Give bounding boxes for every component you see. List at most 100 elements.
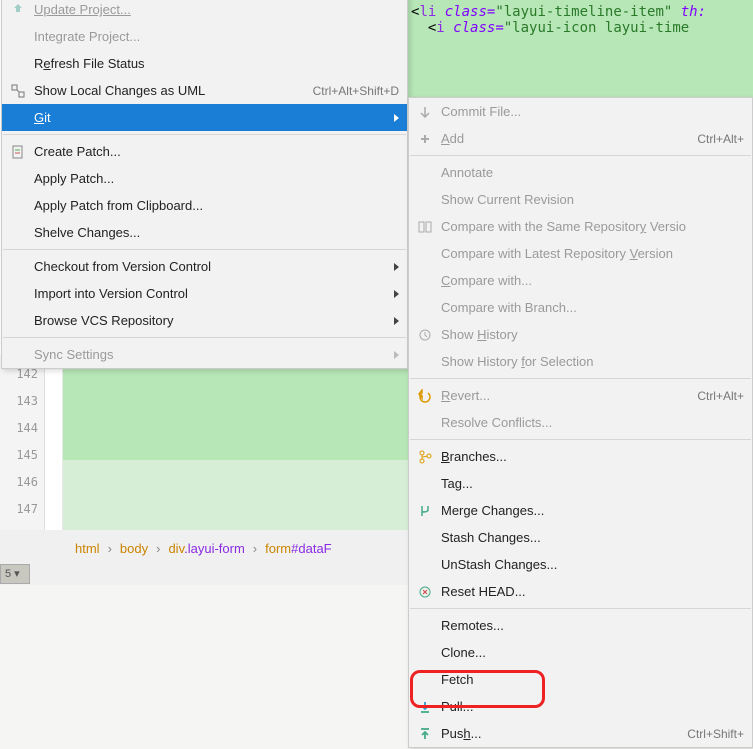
vcs-context-menu: Update Project... Integrate Project... R… xyxy=(1,0,408,369)
breadcrumb-item[interactable]: html xyxy=(75,541,100,556)
tool-tab[interactable]: 5 ▾ xyxy=(0,564,30,584)
compare-icon xyxy=(415,219,435,235)
menu-item-browse-vcs[interactable]: Browse VCS Repository xyxy=(2,307,407,334)
git-submenu: Commit File... Add Ctrl+Alt+ Annotate Sh… xyxy=(408,97,753,748)
menu-item-show-history[interactable]: Show History xyxy=(409,321,752,348)
blank-icon xyxy=(415,246,435,262)
menu-item-shelve-changes[interactable]: Shelve Changes... xyxy=(2,219,407,246)
uml-icon xyxy=(8,83,28,99)
submenu-arrow-icon xyxy=(394,114,399,122)
menu-separator xyxy=(410,608,751,609)
menu-item-show-current-revision[interactable]: Show Current Revision xyxy=(409,186,752,213)
menu-label: Show History for Selection xyxy=(441,354,744,369)
menu-item-git[interactable]: Git xyxy=(2,104,407,131)
menu-item-compare-latest[interactable]: Compare with Latest Repository Version xyxy=(409,240,752,267)
blank-icon xyxy=(8,56,28,72)
val: "layui-timeline-item" xyxy=(495,4,672,20)
menu-item-checkout-vc[interactable]: Checkout from Version Control xyxy=(2,253,407,280)
menu-label: Browse VCS Repository xyxy=(34,313,388,328)
menu-separator xyxy=(3,249,406,250)
menu-label: Sync Settings xyxy=(34,347,388,362)
menu-item-update-project[interactable]: Update Project... xyxy=(2,0,407,23)
menu-label: Reset HEAD... xyxy=(441,584,744,599)
menu-item-create-patch[interactable]: Create Patch... xyxy=(2,138,407,165)
fold-column xyxy=(45,355,63,530)
menu-item-refresh-file-status[interactable]: Refresh File Status xyxy=(2,50,407,77)
menu-label: Pull... xyxy=(441,699,744,714)
menu-item-show-history-selection[interactable]: Show History for Selection xyxy=(409,348,752,375)
menu-label: Compare with... xyxy=(441,273,744,288)
chevron-right-icon: › xyxy=(253,541,257,556)
menu-item-merge-changes[interactable]: Merge Changes... xyxy=(409,497,752,524)
blank-icon xyxy=(8,313,28,329)
breadcrumb-item[interactable]: body xyxy=(120,541,148,556)
menu-label: Apply Patch from Clipboard... xyxy=(34,198,399,213)
push-icon xyxy=(415,726,435,742)
menu-label: Branches... xyxy=(441,449,744,464)
blank-icon xyxy=(8,347,28,363)
submenu-arrow-icon xyxy=(394,290,399,298)
menu-item-clone[interactable]: Clone... xyxy=(409,639,752,666)
gutter-line: 143 xyxy=(0,388,38,415)
breadcrumb-item[interactable]: div xyxy=(168,541,184,556)
menu-item-branches[interactable]: Branches... xyxy=(409,443,752,470)
menu-item-fetch[interactable]: Fetch xyxy=(409,666,752,693)
menu-shortcut: Ctrl+Shift+ xyxy=(687,727,744,741)
menu-item-pull[interactable]: Pull... xyxy=(409,693,752,720)
menu-label: Refresh File Status xyxy=(34,56,399,71)
blank-icon xyxy=(415,273,435,289)
menu-label: Merge Changes... xyxy=(441,503,744,518)
menu-label: Show Current Revision xyxy=(441,192,744,207)
menu-label: Integrate Project... xyxy=(34,29,399,44)
menu-item-reset-head[interactable]: Reset HEAD... xyxy=(409,578,752,605)
blank-icon xyxy=(415,300,435,316)
blank-icon xyxy=(415,530,435,546)
menu-item-add[interactable]: Add Ctrl+Alt+ xyxy=(409,125,752,152)
blank-icon xyxy=(8,225,28,241)
attr: class= xyxy=(445,4,496,20)
menu-label: Stash Changes... xyxy=(441,530,744,545)
menu-label: Import into Version Control xyxy=(34,286,388,301)
update-icon xyxy=(8,2,28,18)
breadcrumb-item[interactable]: form xyxy=(265,541,291,556)
breadcrumb-id: #dataF xyxy=(291,541,331,556)
submenu-arrow-icon xyxy=(394,317,399,325)
blank-icon xyxy=(415,165,435,181)
menu-label: UnStash Changes... xyxy=(441,557,744,572)
menu-item-import-vc[interactable]: Import into Version Control xyxy=(2,280,407,307)
menu-item-apply-patch-clipboard[interactable]: Apply Patch from Clipboard... xyxy=(2,192,407,219)
menu-item-compare-branch[interactable]: Compare with Branch... xyxy=(409,294,752,321)
menu-label: Push... xyxy=(441,726,677,741)
menu-label: Checkout from Version Control xyxy=(34,259,388,274)
extra: th: xyxy=(672,4,706,20)
menu-item-integrate-project[interactable]: Integrate Project... xyxy=(2,23,407,50)
menu-item-unstash-changes[interactable]: UnStash Changes... xyxy=(409,551,752,578)
menu-label: Fetch xyxy=(441,672,744,687)
menu-item-apply-patch[interactable]: Apply Patch... xyxy=(2,165,407,192)
blank-icon xyxy=(415,476,435,492)
menu-item-resolve-conflicts[interactable]: Resolve Conflicts... xyxy=(409,409,752,436)
menu-item-remotes[interactable]: Remotes... xyxy=(409,612,752,639)
blank-icon xyxy=(415,618,435,634)
gutter-line: 147 xyxy=(0,496,38,523)
menu-item-compare-with[interactable]: Compare with... xyxy=(409,267,752,294)
blank-icon xyxy=(8,171,28,187)
menu-item-push[interactable]: Push... Ctrl+Shift+ xyxy=(409,720,752,747)
merge-icon xyxy=(415,503,435,519)
chevron-right-icon: › xyxy=(156,541,160,556)
menu-label: Remotes... xyxy=(441,618,744,633)
breadcrumb[interactable]: html › body › div.layui-form › form#data… xyxy=(75,536,332,560)
menu-label: Shelve Changes... xyxy=(34,225,399,240)
commit-icon xyxy=(415,104,435,120)
submenu-arrow-icon xyxy=(394,263,399,271)
menu-item-annotate[interactable]: Annotate xyxy=(409,159,752,186)
menu-item-show-local-changes-uml[interactable]: Show Local Changes as UML Ctrl+Alt+Shift… xyxy=(2,77,407,104)
menu-item-tag[interactable]: Tag... xyxy=(409,470,752,497)
menu-item-compare-same-repo[interactable]: Compare with the Same Repository Versio xyxy=(409,213,752,240)
blank-icon xyxy=(8,198,28,214)
menu-item-revert[interactable]: Revert... Ctrl+Alt+ xyxy=(409,382,752,409)
blank-icon xyxy=(8,110,28,126)
menu-item-sync-settings[interactable]: Sync Settings xyxy=(2,341,407,368)
menu-item-commit-file[interactable]: Commit File... xyxy=(409,98,752,125)
menu-item-stash-changes[interactable]: Stash Changes... xyxy=(409,524,752,551)
